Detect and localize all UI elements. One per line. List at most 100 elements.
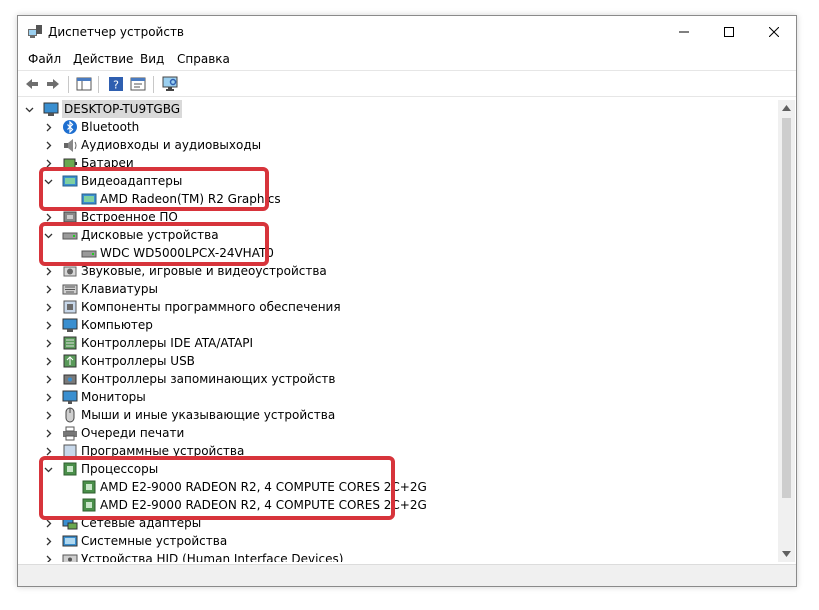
tree-category-label: Звуковые, игровые и видеоустройства bbox=[81, 264, 327, 278]
close-icon bbox=[768, 27, 779, 37]
tree-category[interactable]: Звуковые, игровые и видеоустройства bbox=[19, 262, 776, 280]
tree-root[interactable]: DESKTOP-TU9TGBG bbox=[19, 100, 776, 118]
tree-category[interactable]: Сетевые адаптеры bbox=[19, 514, 776, 532]
tree-category-label: Программные устройства bbox=[81, 444, 245, 458]
tree-category-label: Мыши и иные указывающие устройства bbox=[81, 408, 336, 422]
menu-help[interactable]: Справка bbox=[177, 52, 230, 66]
tree-category[interactable]: Программные устройства bbox=[19, 442, 776, 460]
chevron-right-icon[interactable] bbox=[44, 357, 53, 366]
chevron-right-icon[interactable] bbox=[44, 429, 53, 438]
keyboard-icon bbox=[62, 284, 78, 295]
chevron-right-icon[interactable] bbox=[44, 303, 53, 312]
chevron-right-icon[interactable] bbox=[44, 393, 53, 402]
processor-icon bbox=[82, 480, 96, 494]
tree-category-label: Дисковые устройства bbox=[81, 228, 219, 242]
bluetooth-icon bbox=[63, 120, 77, 134]
tree-category[interactable]: Встроенное ПО bbox=[19, 208, 776, 226]
tree-device[interactable]: AMD Radeon(TM) R2 Graphics bbox=[19, 190, 776, 208]
tree-category[interactable]: Процессоры bbox=[19, 460, 776, 478]
chevron-right-icon[interactable] bbox=[44, 321, 53, 330]
chevron-right-icon[interactable] bbox=[44, 375, 53, 384]
scrollbar-thumb[interactable] bbox=[782, 118, 791, 498]
tree-category-label: Мониторы bbox=[81, 390, 146, 404]
chevron-right-icon[interactable] bbox=[44, 267, 53, 276]
tree-category-label: Процессоры bbox=[81, 462, 159, 476]
tree-category[interactable]: Клавиатуры bbox=[19, 280, 776, 298]
scroll-up-arrow-icon[interactable] bbox=[782, 105, 791, 111]
network-icon bbox=[62, 517, 78, 530]
tree-category[interactable]: Bluetooth bbox=[19, 118, 776, 136]
monitor-icon bbox=[62, 390, 78, 404]
menu-view[interactable]: Вид bbox=[140, 52, 164, 66]
chevron-right-icon[interactable] bbox=[44, 519, 53, 528]
tree-category[interactable]: Системные устройства bbox=[19, 532, 776, 550]
tree-device-label: AMD E2-9000 RADEON R2, 4 COMPUTE CORES 2… bbox=[100, 480, 427, 494]
tree-category[interactable]: Компоненты программного обеспечения bbox=[19, 298, 776, 316]
processor-icon bbox=[63, 462, 77, 476]
chevron-down-icon[interactable] bbox=[25, 105, 34, 114]
tree-category-label: Компьютер bbox=[81, 318, 153, 332]
menu-file[interactable]: Файл bbox=[28, 52, 61, 66]
tree-category[interactable]: Мониторы bbox=[19, 388, 776, 406]
tree-category[interactable]: Очереди печати bbox=[19, 424, 776, 442]
back-arrow-icon[interactable] bbox=[24, 76, 40, 92]
tree-category[interactable]: Видеоадаптеры bbox=[19, 172, 776, 190]
usb-icon bbox=[63, 354, 77, 368]
tree-category-label: Видеоадаптеры bbox=[81, 174, 183, 188]
vertical-scrollbar[interactable] bbox=[778, 100, 795, 562]
scroll-down-arrow-icon[interactable] bbox=[782, 551, 791, 557]
tree-device[interactable]: AMD E2-9000 RADEON R2, 4 COMPUTE CORES 2… bbox=[19, 478, 776, 496]
toolbar-separator bbox=[153, 76, 154, 93]
scan-hardware-icon[interactable] bbox=[162, 76, 178, 92]
tree-category-label: Аудиовходы и аудиовыходы bbox=[81, 138, 262, 152]
tree-category[interactable]: Аудиовходы и аудиовыходы bbox=[19, 136, 776, 154]
chevron-right-icon[interactable] bbox=[44, 123, 53, 132]
minimize-button[interactable] bbox=[661, 16, 706, 48]
tree-category-label: Встроенное ПО bbox=[81, 210, 178, 224]
tree-category-label: Батареи bbox=[81, 156, 134, 170]
chevron-right-icon[interactable] bbox=[44, 213, 53, 222]
tree-category-label: Контроллеры USB bbox=[81, 354, 195, 368]
chevron-right-icon[interactable] bbox=[44, 537, 53, 546]
tree-category[interactable]: Контроллеры запоминающих устройств bbox=[19, 370, 776, 388]
properties-icon[interactable] bbox=[130, 76, 146, 92]
chevron-right-icon[interactable] bbox=[44, 339, 53, 348]
display-adapter-icon bbox=[62, 175, 78, 187]
chevron-down-icon[interactable] bbox=[44, 177, 53, 186]
chevron-down-icon[interactable] bbox=[44, 231, 53, 240]
chevron-right-icon[interactable] bbox=[44, 285, 53, 294]
tree-category[interactable]: Мыши и иные указывающие устройства bbox=[19, 406, 776, 424]
show-hide-tree-icon[interactable] bbox=[76, 76, 92, 92]
menu-action[interactable]: Действие bbox=[73, 52, 133, 66]
chevron-right-icon[interactable] bbox=[44, 555, 53, 562]
tree-device-label: AMD Radeon(TM) R2 Graphics bbox=[100, 192, 281, 206]
tree-device[interactable]: AMD E2-9000 RADEON R2, 4 COMPUTE CORES 2… bbox=[19, 496, 776, 514]
forward-arrow-icon[interactable] bbox=[45, 76, 61, 92]
device-manager-app-icon bbox=[28, 25, 42, 38]
tree-category[interactable]: Контроллеры IDE ATA/ATAPI bbox=[19, 334, 776, 352]
tree-category[interactable]: Батареи bbox=[19, 154, 776, 172]
tree-device[interactable]: WDC WD5000LPCX-24VHAT0 bbox=[19, 244, 776, 262]
tree-category[interactable]: Устройства HID (Human Interface Devices) bbox=[19, 550, 776, 562]
display-adapter-icon bbox=[81, 193, 97, 205]
chevron-right-icon[interactable] bbox=[44, 411, 53, 420]
tree-category-label: Системные устройства bbox=[81, 534, 228, 548]
chevron-down-icon[interactable] bbox=[44, 465, 53, 474]
chevron-right-icon[interactable] bbox=[44, 159, 53, 168]
tree-category-label: Сетевые адаптеры bbox=[81, 516, 202, 530]
tree-category[interactable]: Контроллеры USB bbox=[19, 352, 776, 370]
close-button[interactable] bbox=[751, 16, 796, 48]
tree-category[interactable]: Дисковые устройства bbox=[19, 226, 776, 244]
chevron-right-icon[interactable] bbox=[44, 447, 53, 456]
tree-category[interactable]: Компьютер bbox=[19, 316, 776, 334]
tree-category-label: Bluetooth bbox=[81, 120, 140, 134]
toolbar-separator bbox=[98, 76, 99, 93]
disk-drive-icon bbox=[81, 250, 97, 258]
tree-device-label: AMD E2-9000 RADEON R2, 4 COMPUTE CORES 2… bbox=[100, 498, 427, 512]
chevron-right-icon[interactable] bbox=[44, 141, 53, 150]
help-icon[interactable]: ? bbox=[108, 76, 124, 92]
maximize-button[interactable] bbox=[706, 16, 751, 48]
device-manager-window: Диспетчер устройств Файл Действие Вид Сп… bbox=[17, 15, 797, 587]
tree-category-label: Контроллеры IDE ATA/ATAPI bbox=[81, 336, 254, 350]
toolbar: ? bbox=[18, 70, 796, 97]
